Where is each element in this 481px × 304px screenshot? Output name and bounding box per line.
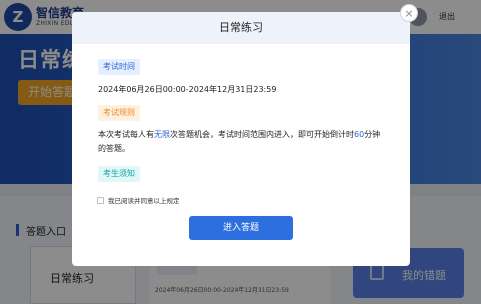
exam-time-tag: 考试时间: [98, 59, 140, 75]
exam-rules-tag: 考试规则: [98, 105, 140, 121]
agree-label[interactable]: 我已阅读并同意以上规定: [108, 195, 180, 205]
notice-tag[interactable]: 考生须知: [98, 166, 140, 182]
exam-modal: 日常练习 考试时间 2024年06月26日00:00-2024年12月31日23…: [72, 12, 410, 266]
exam-rules-text: 本次考试每人有无限次答题机会，考试时间范围内进入，即可开始倒计时60分钟的答题。: [98, 128, 388, 156]
attempts-highlight: 无限: [154, 130, 170, 139]
agree-checkbox[interactable]: [97, 196, 104, 204]
enter-answer-button[interactable]: 进入答题: [189, 216, 293, 240]
modal-title: 日常练习: [72, 12, 410, 44]
exam-time-range: 2024年06月26日00:00-2024年12月31日23:59: [98, 85, 277, 94]
rules-text-part: 次答题机会，考试时间范围内进入，即可开始倒计时: [170, 130, 354, 139]
rules-text-part: 本次考试每人有: [98, 130, 154, 139]
duration-highlight: 60: [354, 130, 365, 139]
agree-row[interactable]: 我已阅读并同意以上规定: [97, 194, 180, 206]
close-icon[interactable]: ×: [400, 4, 418, 22]
